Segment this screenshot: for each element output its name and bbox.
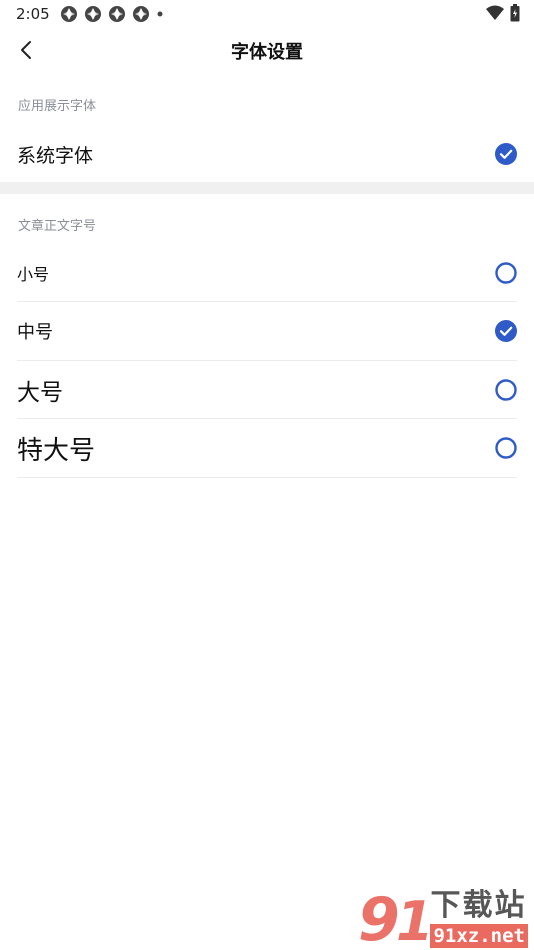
option-label: 特大号	[17, 435, 96, 466]
section-divider	[0, 182, 534, 194]
radio-unselected-icon	[495, 437, 517, 459]
option-size-large[interactable]: 大号	[17, 361, 517, 419]
option-size-medium[interactable]: 中号	[17, 302, 517, 361]
status-bar: 2:05	[0, 0, 534, 28]
radio-unselected-icon	[495, 261, 517, 284]
watermark: 9 1 下载站 91xz.net	[356, 886, 528, 948]
option-label: 中号	[17, 322, 53, 343]
check-selected-icon	[495, 320, 517, 342]
watermark-logo-icon: 9 1	[358, 886, 428, 948]
option-label: 系统字体	[17, 144, 94, 167]
svg-text:1: 1	[396, 890, 428, 948]
notification-icons	[60, 5, 164, 23]
app-notification-icon	[60, 6, 77, 22]
wifi-icon	[486, 5, 504, 20]
more-notifications-dot-icon	[157, 11, 163, 17]
app-notification-icon	[84, 6, 101, 22]
option-size-extra-large[interactable]: 特大号	[17, 419, 517, 478]
app-notification-icon	[132, 6, 149, 22]
page-title: 字体设置	[231, 42, 303, 63]
watermark-url: 91xz.net	[430, 924, 528, 948]
section-label-article-size: 文章正文字号	[18, 219, 97, 234]
app-notification-icon	[108, 6, 125, 22]
watermark-title: 下载站	[430, 888, 527, 923]
watermark-text: 下载站 91xz.net	[430, 888, 528, 948]
section-label-display-font: 应用展示字体	[18, 99, 97, 114]
status-time: 2:05	[16, 5, 50, 23]
option-system-font[interactable]: 系统字体	[17, 128, 517, 180]
option-label: 小号	[17, 264, 50, 284]
app-bar: 字体设置	[0, 28, 534, 72]
battery-icon	[510, 4, 520, 22]
option-size-small[interactable]: 小号	[17, 244, 517, 302]
check-selected-icon	[495, 143, 517, 165]
option-label: 大号	[17, 379, 63, 406]
radio-unselected-icon	[495, 378, 517, 401]
status-right	[486, 4, 520, 22]
svg-text:9: 9	[358, 886, 400, 948]
